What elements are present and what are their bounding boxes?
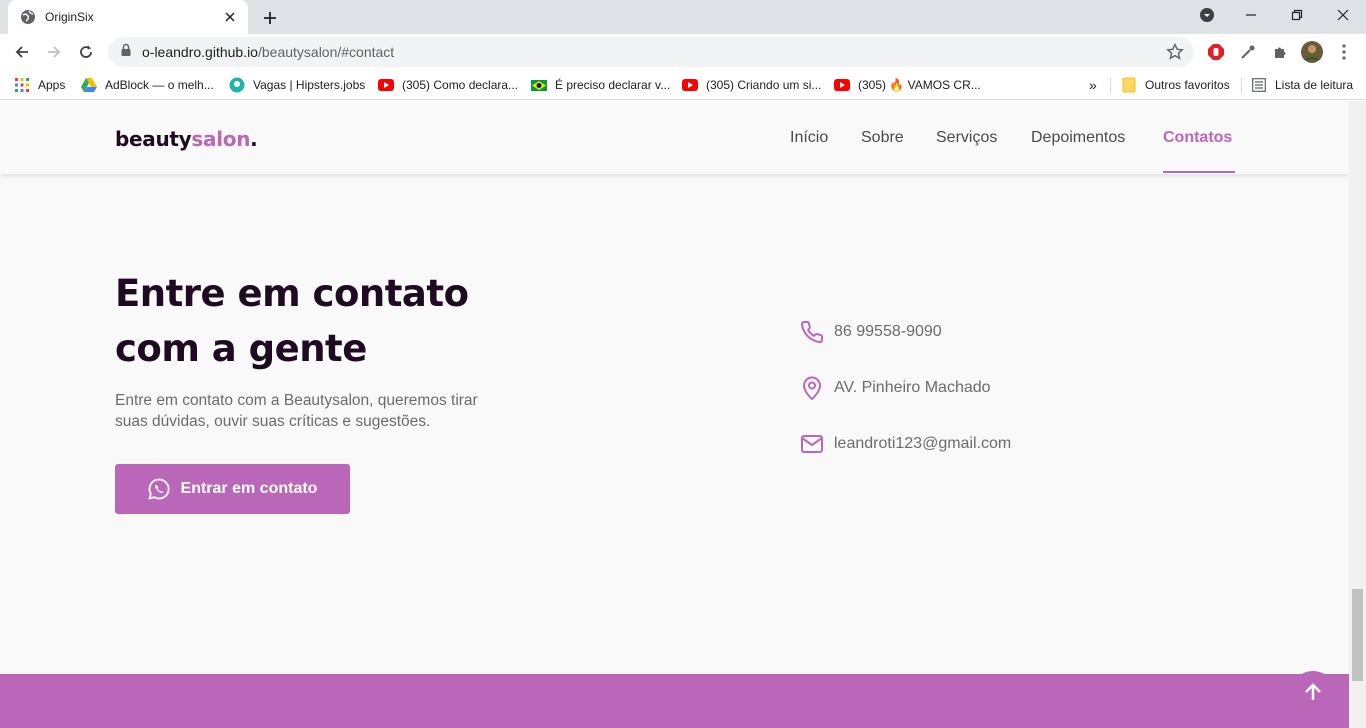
nav-contatos[interactable]: Contatos <box>1163 101 1232 174</box>
phone-icon <box>800 320 824 344</box>
bookmark-youtube-1[interactable]: (305) Como declara... <box>378 75 518 95</box>
minimize-icon[interactable] <box>1228 0 1274 30</box>
lock-icon <box>120 43 132 62</box>
site-logo[interactable]: beautysalon. <box>115 127 258 151</box>
bookmark-youtube-2[interactable]: (305) Criando um si... <box>682 75 821 95</box>
phone-number: 86 99558-9090 <box>834 323 942 340</box>
contact-email: leandroti123@gmail.com <box>800 431 1011 457</box>
arrow-up-icon <box>1303 682 1323 707</box>
reload-icon[interactable] <box>72 38 100 66</box>
contact-heading: Entre em contato com a gente <box>115 272 469 370</box>
brazil-flag-icon <box>531 77 547 93</box>
mail-icon <box>800 432 824 456</box>
nav-inicio[interactable]: Início <box>790 101 828 174</box>
globe-icon <box>20 9 36 25</box>
folder-icon <box>1121 77 1137 93</box>
profile-avatar-icon[interactable] <box>1299 39 1325 65</box>
bookmark-apps[interactable]: Apps <box>14 75 65 95</box>
close-window-icon[interactable] <box>1320 0 1366 30</box>
whatsapp-contact-button[interactable]: Entrar em contato <box>115 464 350 514</box>
site-header: beautysalon. Início Sobre Serviços Depoi… <box>0 101 1349 174</box>
bookmark-adblock[interactable]: AdBlock — o melh... <box>81 75 214 95</box>
youtube-icon <box>682 77 698 93</box>
bookmark-hipsters[interactable]: Vagas | Hipsters.jobs <box>229 75 365 95</box>
reading-list-icon <box>1251 77 1267 93</box>
back-icon[interactable] <box>8 38 36 66</box>
google-drive-icon <box>81 77 97 93</box>
bookmark-brasil[interactable]: É preciso declarar v... <box>531 75 670 95</box>
profile-menu-icon[interactable] <box>1184 0 1230 30</box>
nav-depoimentos[interactable]: Depoimentos <box>1031 101 1125 174</box>
contact-phone: 86 99558-9090 <box>800 319 942 345</box>
nav-sobre[interactable]: Sobre <box>861 101 904 174</box>
youtube-icon <box>834 77 850 93</box>
page-scrollbar[interactable] <box>1349 101 1366 728</box>
bookmarks-divider <box>1241 78 1242 94</box>
address-text: AV. Pinheiro Machado <box>834 379 991 396</box>
close-tab-icon[interactable] <box>222 9 238 25</box>
active-nav-indicator <box>1163 171 1235 173</box>
bookmarks-overflow-button[interactable]: » <box>1089 75 1097 95</box>
browser-tab[interactable]: OriginSix <box>8 0 248 34</box>
adblock-extension-icon[interactable] <box>1203 39 1229 65</box>
button-label: Entrar em contato <box>180 480 318 497</box>
bookmark-label: AdBlock — o melh... <box>105 78 214 92</box>
tab-title: OriginSix <box>45 10 94 24</box>
browser-menu-icon[interactable] <box>1331 39 1357 65</box>
bookmark-youtube-3[interactable]: (305) 🔥 VAMOS CR... <box>834 75 981 95</box>
browser-toolbar: o-leandro.github.io/beautysalon/#contact <box>0 34 1366 70</box>
email-address: leandroti123@gmail.com <box>834 435 1012 452</box>
extensions-puzzle-icon[interactable] <box>1267 39 1293 65</box>
new-tab-icon[interactable] <box>258 6 282 30</box>
bookmark-label: (305) 🔥 VAMOS CR... <box>858 78 981 92</box>
bookmark-star-icon[interactable] <box>1166 42 1184 66</box>
bookmark-label: Apps <box>38 78 66 92</box>
contact-description: Entre em contato com a Beautysalon, quer… <box>115 392 478 430</box>
whatsapp-icon <box>147 478 170 500</box>
browser-tabstrip: OriginSix <box>0 0 1366 34</box>
bookmark-label: É preciso declarar v... <box>555 78 671 92</box>
url-path: /beautysalon/#contact <box>257 44 395 60</box>
url-host: o-leandro.github.io <box>142 44 258 60</box>
bookmark-label: (305) Criando um si... <box>706 78 822 92</box>
footer <box>0 674 1349 728</box>
back-to-top-button[interactable] <box>1290 671 1336 717</box>
bookmarks-divider <box>1110 78 1111 94</box>
address-bar[interactable]: o-leandro.github.io/beautysalon/#contact <box>108 37 1194 67</box>
restore-icon[interactable] <box>1274 0 1320 30</box>
eyedropper-extension-icon[interactable] <box>1235 39 1261 65</box>
map-pin-icon <box>800 376 824 400</box>
page-viewport: beautysalon. Início Sobre Serviços Depoi… <box>0 101 1366 728</box>
bookmark-label: (305) Como declara... <box>402 78 519 92</box>
reading-list-button[interactable]: Lista de leitura <box>1251 75 1353 95</box>
apps-grid-icon <box>14 77 30 93</box>
nav-servicos[interactable]: Serviços <box>936 101 997 174</box>
hipsters-icon <box>229 77 245 93</box>
bookmarks-bar: Apps AdBlock — o melh... Vagas | Hipster… <box>0 70 1366 100</box>
bookmark-label: Vagas | Hipsters.jobs <box>253 78 366 92</box>
youtube-icon <box>378 77 394 93</box>
scrollbar-thumb[interactable] <box>1352 589 1363 681</box>
bookmark-other-favorites[interactable]: Outros favoritos <box>1121 75 1230 95</box>
forward-icon[interactable] <box>40 38 68 66</box>
bookmark-label: Outros favoritos <box>1145 78 1230 92</box>
contact-address: AV. Pinheiro Machado <box>800 375 991 401</box>
bookmark-label: Lista de leitura <box>1275 78 1354 92</box>
